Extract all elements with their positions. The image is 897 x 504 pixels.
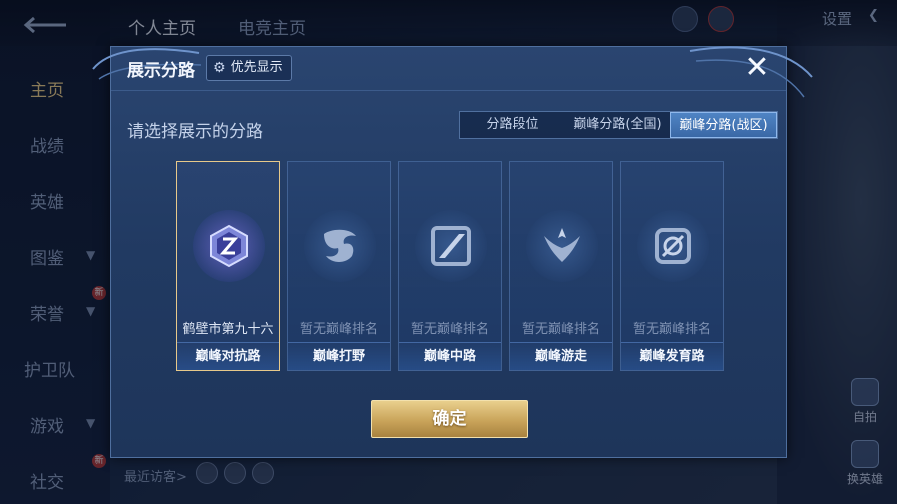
lane-type-tabs: 分路段位 巅峰分路(全国) 巅峰分路(战区) [459,111,778,139]
rank-text: 暂无巅峰排名 [632,322,711,337]
lane-card-jungle[interactable]: 暂无巅峰排名 巅峰打野 [287,161,391,371]
roam-icon [526,210,598,282]
rank-text: 暂无巅峰排名 [521,322,600,337]
jungle-icon [304,210,376,282]
lane-name: 巅峰游走 [510,342,612,370]
tab-peak-national[interactable]: 巅峰分路(全国) [565,112,670,138]
tab-peak-region[interactable]: 巅峰分路(战区) [670,112,777,138]
priority-display-button[interactable]: ⚙ 优先显示 [206,55,292,81]
confirm-button[interactable]: 确定 [371,400,528,438]
tab-lane-rank[interactable]: 分路段位 [460,112,565,138]
lane-name: 巅峰中路 [399,342,501,370]
rank-text: 暂无巅峰排名 [299,322,378,337]
clash-lane-icon [193,210,265,282]
priority-display-label: 优先显示 [230,60,283,75]
rank-text: 鹤壁市第九十六 [182,322,274,337]
lane-card-farm[interactable]: 暂无巅峰排名 巅峰发育路 [620,161,724,371]
lane-card-roam[interactable]: 暂无巅峰排名 巅峰游走 [509,161,613,371]
lane-display-dialog: 展示分路 ⚙ 优先显示 ✕ 请选择展示的分路 分路段位 巅峰分路(全国) 巅峰分… [92,46,813,458]
lane-card-mid[interactable]: 暂无巅峰排名 巅峰中路 [398,161,502,371]
lane-card-clash[interactable]: 鹤壁市第九十六 巅峰对抗路 [176,161,280,371]
close-icon[interactable]: ✕ [742,53,772,83]
farm-lane-icon [637,210,709,282]
mid-lane-icon [415,210,487,282]
rank-text: 暂无巅峰排名 [410,322,489,337]
dialog-subtitle: 请选择展示的分路 [127,122,263,142]
gear-icon: ⚙ [213,60,226,76]
dialog-title: 展示分路 [127,61,195,81]
dialog-header: 展示分路 ⚙ 优先显示 ✕ [111,47,786,91]
lane-name: 巅峰对抗路 [177,342,279,370]
lane-name: 巅峰打野 [288,342,390,370]
lane-name: 巅峰发育路 [621,342,723,370]
